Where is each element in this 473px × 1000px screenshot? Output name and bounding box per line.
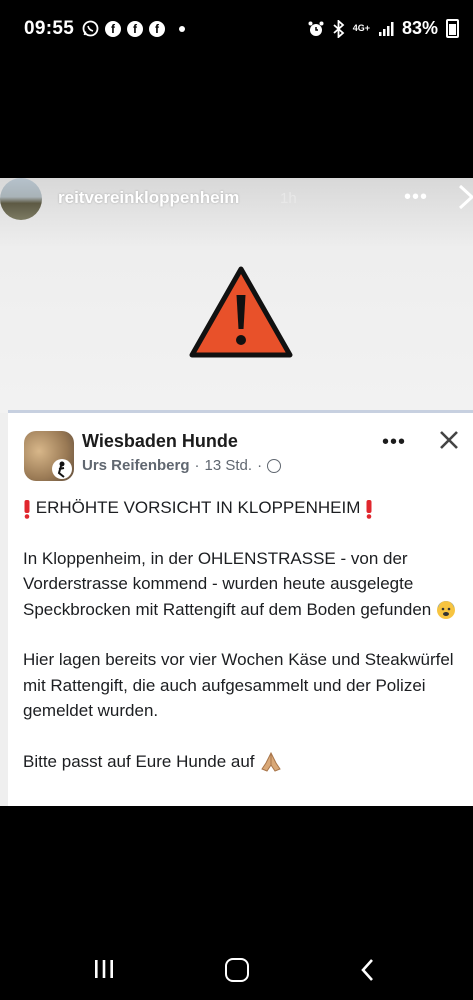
- facebook-icon: f: [105, 20, 121, 37]
- back-icon[interactable]: [358, 958, 378, 982]
- battery-percent: 83%: [401, 18, 438, 38]
- home-icon[interactable]: [225, 958, 249, 982]
- system-icons: 4G+ 83%: [307, 18, 459, 39]
- post-paragraph-1-text: In Kloppenheim, in der OHLENSTRASSE - vo…: [23, 548, 432, 619]
- chevron-right-icon[interactable]: [452, 182, 473, 212]
- post-meta: Urs Reifenberg · 13 Std. ·: [82, 457, 282, 474]
- post-headline-line: ERHÖHTE VORSICHT IN KLOPPENHEIM: [23, 495, 473, 521]
- post-paragraph-3-text: Bitte passt auf Eure Hunde auf: [23, 751, 255, 771]
- post-paragraph-3: Bitte passt auf Eure Hunde auf: [23, 749, 473, 775]
- more-notifications-dot: [179, 25, 185, 32]
- story-view[interactable]: reitvereinkloppenheim 1h ••• Wiesbaden H…: [0, 178, 473, 806]
- page-name[interactable]: Wiesbaden Hunde: [82, 431, 238, 452]
- navigation-bar: [0, 940, 473, 1000]
- post-author[interactable]: Urs Reifenberg: [82, 457, 190, 474]
- praying-hands-icon: [261, 751, 282, 772]
- exclamation-icon: [24, 499, 30, 519]
- story-more-button[interactable]: •••: [404, 186, 428, 209]
- warning-icon: [189, 266, 293, 358]
- post-headline: ERHÖHTE VORSICHT IN KLOPPENHEIM: [35, 498, 361, 517]
- status-time: 09:55: [24, 18, 75, 39]
- page-avatar[interactable]: [24, 431, 74, 481]
- story-avatar[interactable]: [0, 178, 42, 220]
- bluetooth-icon: [333, 19, 345, 38]
- exclamation-icon: [366, 499, 372, 519]
- alarm-icon: [308, 21, 324, 36]
- post-time[interactable]: 13 Std.: [205, 457, 253, 474]
- recent-apps-icon[interactable]: [92, 958, 116, 980]
- meta-separator: ·: [194, 457, 200, 474]
- anxious-face-icon: [437, 601, 455, 620]
- globe-icon: [267, 458, 282, 473]
- post-paragraph-1: In Kloppenheim, in der OHLENSTRASSE - vo…: [23, 546, 473, 623]
- facebook-icon: f: [149, 20, 165, 37]
- whatsapp-icon: [82, 20, 99, 37]
- post-more-button[interactable]: •••: [382, 431, 406, 454]
- signal-icon: [378, 21, 394, 36]
- post-paragraph-2: Hier lagen bereits vor vier Wochen Käse …: [23, 650, 454, 720]
- meta-separator: ·: [257, 457, 263, 474]
- battery-icon: [446, 19, 459, 38]
- dog-logo-icon: [52, 459, 72, 479]
- story-username[interactable]: reitvereinkloppenheim: [58, 188, 239, 208]
- close-icon[interactable]: [438, 429, 460, 451]
- status-bar: 09:55 f f f 4G+ 83%: [0, 0, 473, 60]
- notification-icons: f f f: [82, 20, 185, 37]
- post-body: ERHÖHTE VORSICHT IN KLOPPENHEIM In Klopp…: [23, 495, 473, 799]
- network-type: 4G+: [352, 23, 370, 33]
- story-time: 1h: [280, 190, 297, 207]
- post-card: Wiesbaden Hunde Urs Reifenberg · 13 Std.…: [8, 410, 473, 806]
- facebook-icon: f: [127, 20, 143, 37]
